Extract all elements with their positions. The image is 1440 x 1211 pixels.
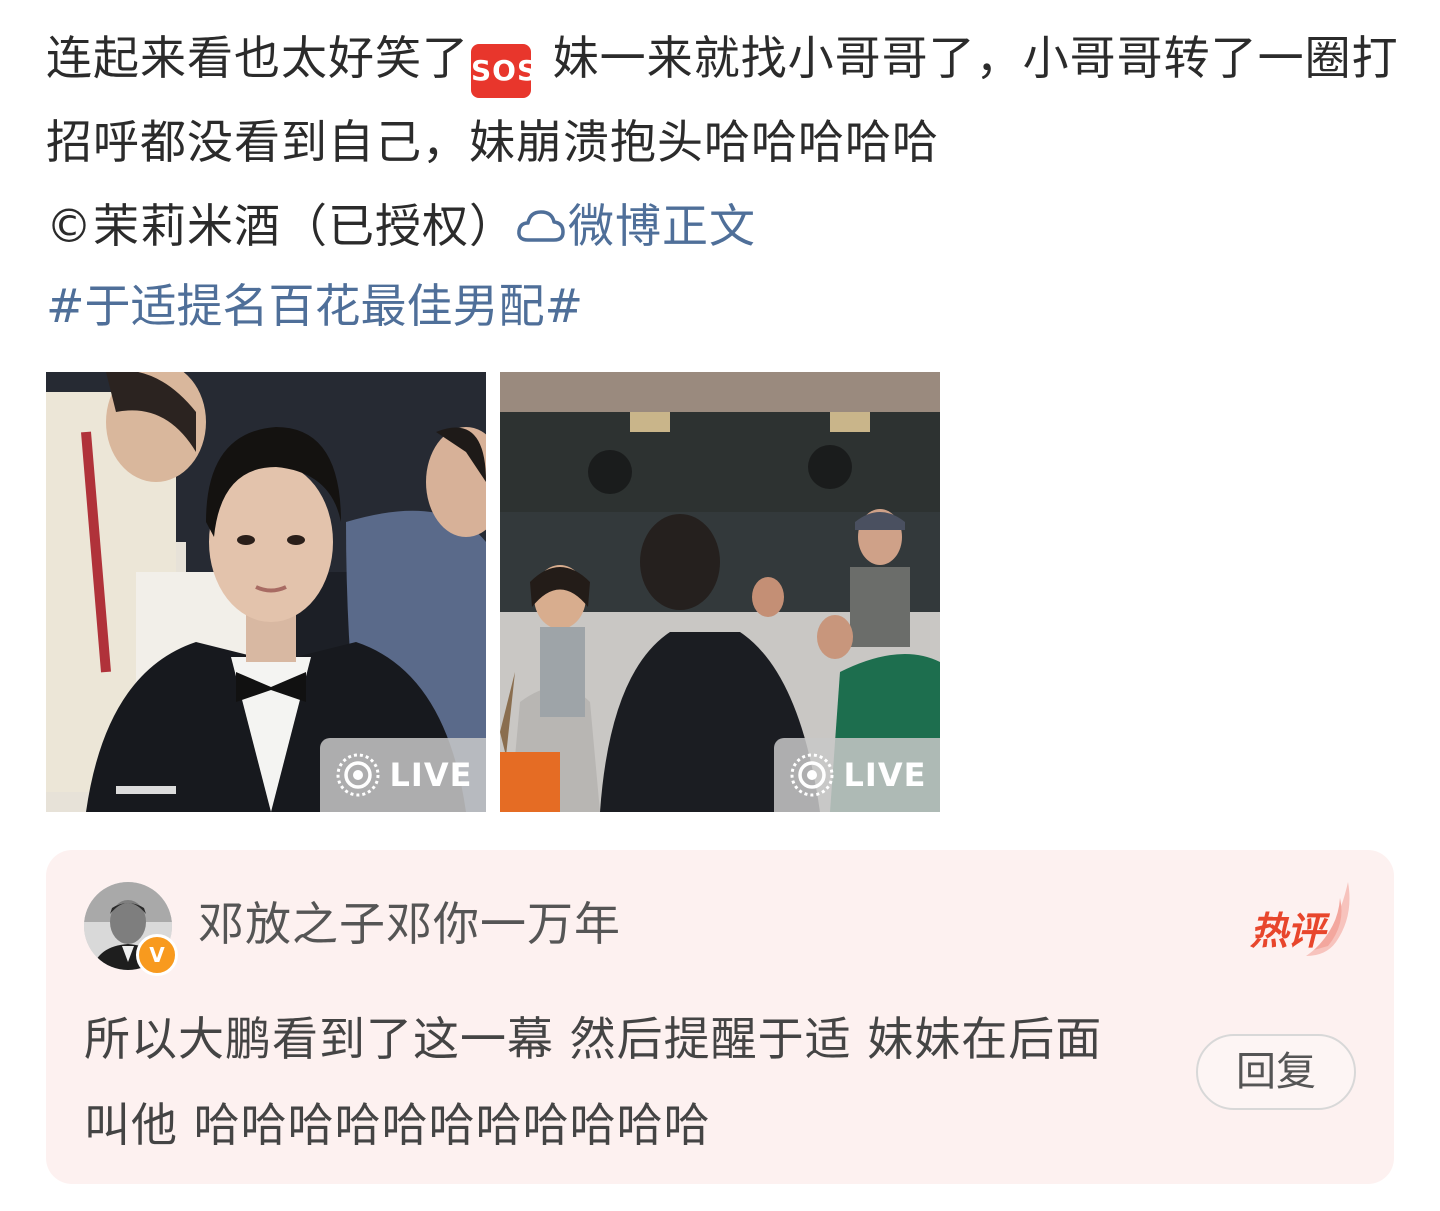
comment-username[interactable]: 邓放之子邓你一万年	[198, 894, 621, 954]
live-badge: LIVE	[320, 738, 486, 812]
live-photo-2[interactable]: LIVE	[500, 372, 940, 812]
hot-comment-badge: 热评	[1246, 876, 1356, 966]
live-photo-1[interactable]: LIVE	[46, 372, 486, 812]
live-label: LIVE	[843, 756, 927, 794]
live-badge: LIVE	[774, 738, 940, 812]
reply-button[interactable]: 回复	[1196, 1034, 1356, 1110]
comment-text: 所以大鹏看到了这一幕 然后提醒于适 妹妹在后面叫他 哈哈哈哈哈哈哈哈哈哈哈	[84, 1012, 1103, 1152]
verified-badge: V	[136, 934, 178, 976]
live-photo-icon	[790, 753, 834, 797]
weibo-link-label: 微博正文	[568, 199, 756, 253]
live-photo-icon	[336, 753, 380, 797]
sos-emoji-icon: SOS	[471, 44, 537, 98]
topic-hashtag-link[interactable]: #于适提名百花最佳男配#	[46, 279, 583, 333]
live-label: LIVE	[389, 756, 473, 794]
post-body: 连起来看也太好笑了SOS 妹一来就找小哥哥了，小哥哥转了一圈打招呼都没看到自己，…	[46, 16, 1406, 268]
cloud-icon	[517, 210, 565, 242]
weibo-source-link[interactable]: 微博正文	[516, 199, 756, 253]
copyright-text: ©茉莉米酒（已授权）	[46, 199, 516, 253]
topic-line: #于适提名百花最佳男配#	[46, 264, 583, 348]
hot-comment-label: 热评	[1250, 909, 1325, 953]
post-text-part1: 连起来看也太好笑了	[46, 31, 469, 85]
hot-comment-card: V 邓放之子邓你一万年 热评 所以大鹏看到了这一幕 然后提醒于适 妹妹在后面叫他…	[46, 850, 1394, 1184]
